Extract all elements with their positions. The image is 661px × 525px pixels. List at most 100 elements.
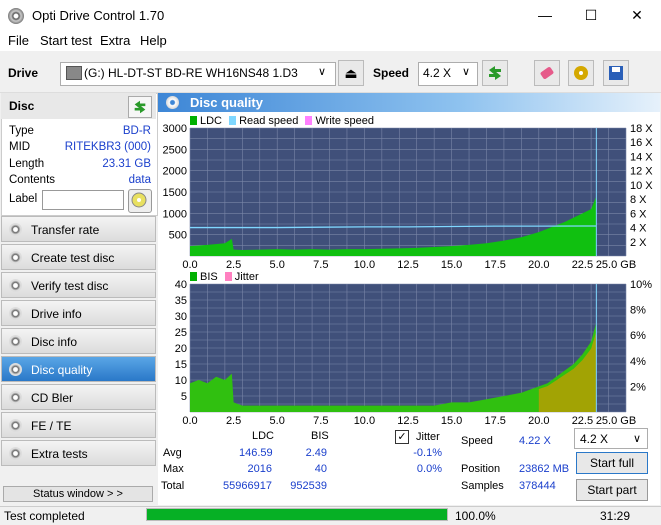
start-part-button[interactable]: Start part <box>576 479 648 501</box>
menu-file[interactable]: File <box>8 33 29 48</box>
y-tick-label: 1500 <box>163 187 187 199</box>
nav-fe-te-button[interactable]: FE / TE <box>1 412 156 438</box>
y2-tick-label: 2 X <box>630 237 647 249</box>
nav-verify-test-disc-button[interactable]: Verify test disc <box>1 272 156 298</box>
y-tick-label: 15 <box>175 359 187 371</box>
disc-icon <box>9 335 22 348</box>
window-title: Opti Drive Control 1.70 <box>32 8 165 23</box>
maximize-button[interactable]: ☐ <box>568 0 614 31</box>
x-tick-label: 7.5 <box>313 259 328 270</box>
y-tick-label: 10 <box>175 375 187 387</box>
stats-col-ldc: LDC <box>252 430 275 442</box>
x-tick-label: 15.0 <box>441 259 462 270</box>
y2-tick-label: 8% <box>630 305 646 317</box>
speed-readout-label: Speed <box>461 435 493 447</box>
menu-extra[interactable]: Extra <box>100 33 130 48</box>
nav-label: FE / TE <box>31 419 72 433</box>
nav-drive-info-button[interactable]: Drive info <box>1 300 156 326</box>
disc-label-button[interactable] <box>128 189 152 213</box>
menu-help[interactable]: Help <box>140 33 167 48</box>
disc-contents-value: data <box>128 174 151 186</box>
disc-length-value: 23.31 GB <box>102 158 151 170</box>
disc-icon <box>9 363 22 376</box>
eject-button[interactable]: ⏏ <box>338 60 364 86</box>
erase-button[interactable] <box>534 60 560 86</box>
x-tick-label: 5.0 <box>270 259 285 270</box>
x-tick-label: 15.0 <box>441 415 462 426</box>
nav-cd-bler-button[interactable]: CD Bler <box>1 384 156 410</box>
stats-col-bis: BIS <box>311 430 329 442</box>
y-tick-label: 25 <box>175 327 187 339</box>
progress-fill <box>147 509 447 520</box>
elapsed-time: 31:29 <box>600 509 631 523</box>
y2-tick-label: 10 X <box>630 180 653 192</box>
y-tick-label: 5 <box>181 391 187 403</box>
stats-max-jitter: 0.0% <box>416 463 442 475</box>
y-tick-label: 40 <box>175 279 187 291</box>
disc-panel-title: Disc <box>9 99 35 113</box>
ldc-chart: 0.0 2.5 5.0 7.5 10.0 12.5 15.0 17.5 20.0 22.5 25.0… <box>163 123 654 270</box>
y-tick-label: 2000 <box>163 166 187 178</box>
x-tick-label: 7.5 <box>313 415 328 426</box>
nav-extra-tests-button[interactable]: Extra tests <box>1 440 156 466</box>
label-disc-icon <box>131 192 147 208</box>
nav-label: Drive info <box>31 307 82 321</box>
x-tick-label: 25.0 GB <box>596 259 636 270</box>
disc-type-value: BD-R <box>122 125 151 137</box>
x-tick-label: 2.5 <box>226 415 241 426</box>
bis-chart: 0.0 2.5 5.0 7.5 10.0 12.5 15.0 17.5 20.0 22.5 25.0… <box>175 279 652 426</box>
x-tick-label: 20.0 <box>528 259 549 270</box>
burn-icon <box>574 66 588 80</box>
progress-text: 100.0% <box>455 509 496 523</box>
nav-transfer-rate-button[interactable]: Transfer rate <box>1 216 156 242</box>
x-tick-label: 0.0 <box>182 415 197 426</box>
y2-tick-label: 14 X <box>630 151 653 163</box>
disc-refresh-button[interactable] <box>128 96 152 118</box>
stats-max-bis: 40 <box>314 463 327 475</box>
drive-select-value: (G:) HL-DT-ST BD-RE WH16NS48 1.D3 <box>84 66 298 80</box>
nav-disc-quality-button[interactable]: Disc quality <box>1 356 156 382</box>
nav-label: Extra tests <box>31 447 88 461</box>
close-button[interactable]: ✕ <box>614 0 660 31</box>
y-tick-label: 1000 <box>163 208 187 220</box>
stats-avg-label: Avg <box>163 447 182 459</box>
disc-icon <box>9 279 22 292</box>
test-speed-select[interactable]: 4.2 X ∨ <box>574 428 648 449</box>
y2-tick-label: 6 X <box>630 208 647 220</box>
menu-start-test[interactable]: Start test <box>40 33 92 48</box>
nav-label: Disc quality <box>31 363 93 377</box>
test-speed-value: 4.2 X <box>580 432 609 446</box>
x-tick-label: 12.5 <box>397 415 418 426</box>
disc-label-input[interactable] <box>42 190 124 210</box>
x-tick-label: 12.5 <box>397 259 418 270</box>
stats-avg-bis: 2.49 <box>305 447 327 459</box>
start-full-button[interactable]: Start full <box>576 452 648 474</box>
nav-create-test-disc-button[interactable]: Create test disc <box>1 244 156 270</box>
status-text: Test completed <box>4 509 85 523</box>
refresh-button[interactable] <box>482 60 508 86</box>
burn-button[interactable] <box>568 60 594 86</box>
x-tick-label: 20.0 <box>528 415 549 426</box>
disc-contents-key: Contents <box>9 174 56 186</box>
x-tick-label: 25.0 GB <box>596 415 636 426</box>
disc-quality-title: Disc quality <box>190 95 263 110</box>
stats-total-bis: 952539 <box>290 480 327 492</box>
jitter-checkbox[interactable]: ✓ <box>395 430 409 444</box>
disc-icon <box>9 223 22 236</box>
x-tick-label: 10.0 <box>354 415 375 426</box>
stats-avg-ldc: 146.59 <box>239 447 273 459</box>
disc-icon <box>9 251 22 264</box>
status-window-button[interactable]: Status window > > <box>3 486 153 502</box>
save-button[interactable] <box>603 60 629 86</box>
disc-icon <box>9 307 22 320</box>
speed-label: Speed <box>373 66 410 80</box>
y2-tick-label: 18 X <box>630 123 653 135</box>
disc-mid-value: RITEKBR3 (000) <box>64 141 151 153</box>
minimize-button[interactable]: — <box>522 0 568 31</box>
nav-disc-info-button[interactable]: Disc info <box>1 328 156 354</box>
disc-length-key: Length <box>9 158 45 170</box>
y-tick-label: 2500 <box>163 144 187 156</box>
x-tick-label: 10.0 <box>354 259 375 270</box>
eraser-icon <box>540 67 554 79</box>
x-tick-label: 17.5 <box>484 259 505 270</box>
